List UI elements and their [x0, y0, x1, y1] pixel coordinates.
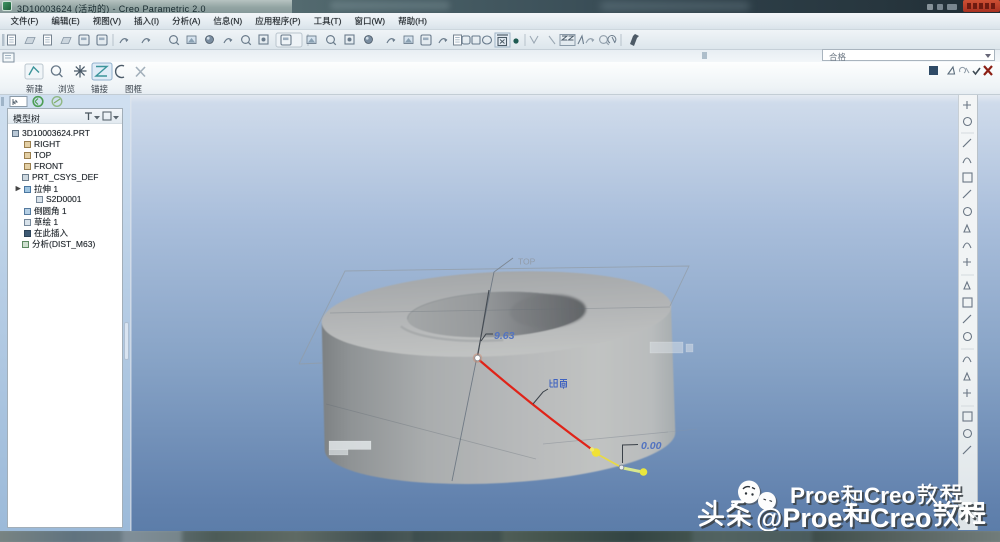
svg-text:0.00: 0.00 — [641, 440, 662, 452]
svg-text:TOP: TOP — [518, 257, 536, 267]
svg-text:9.63: 9.63 — [494, 330, 515, 342]
